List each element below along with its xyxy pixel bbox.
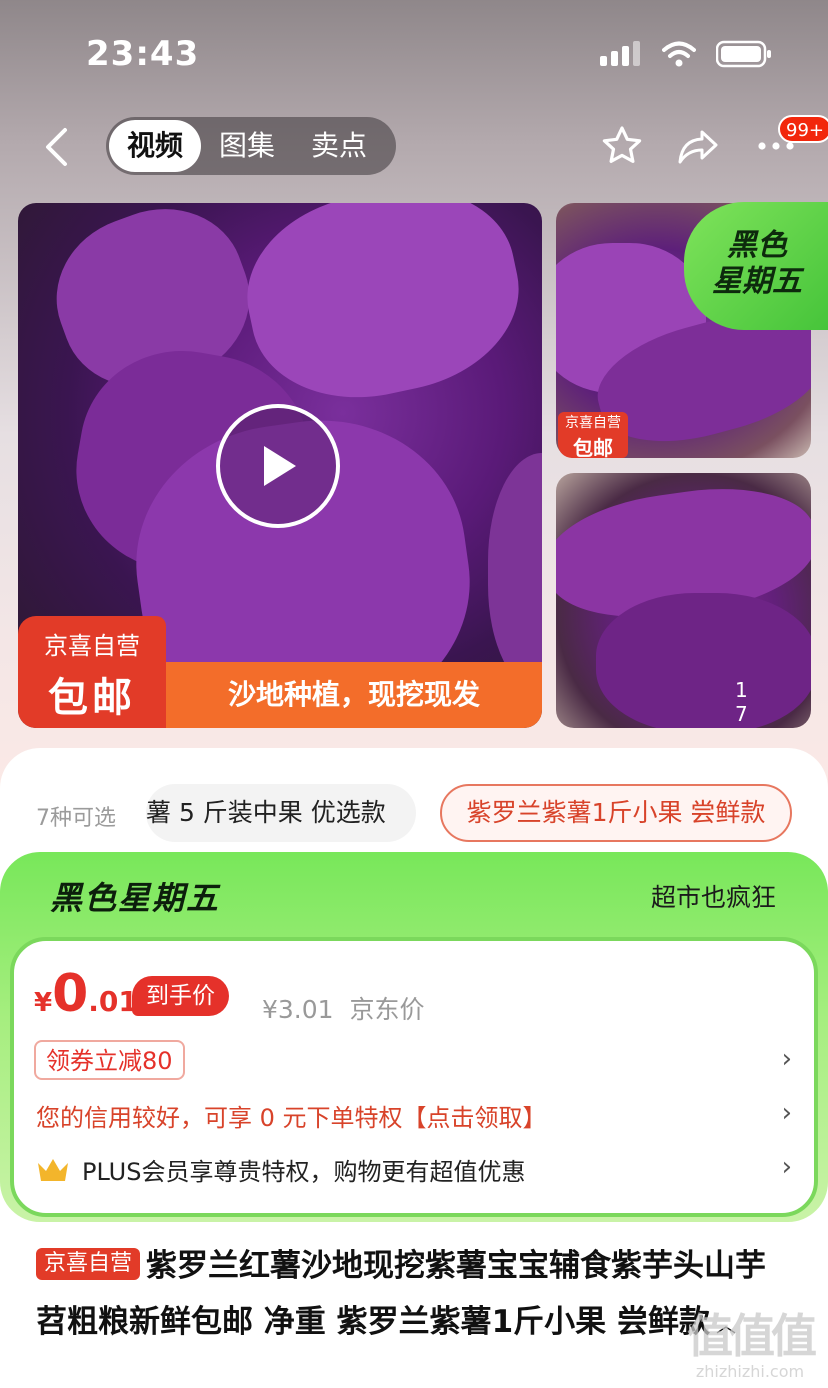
status-icons	[600, 40, 772, 68]
jd-price: ¥3.01 京东价	[262, 990, 425, 1026]
bf-tag-line1: 黑色	[727, 228, 787, 263]
battery-icon	[716, 40, 771, 68]
promo-badge-top: 京喜自营	[44, 632, 140, 660]
crown-icon	[38, 1158, 68, 1181]
status-time: 23:43	[86, 34, 200, 74]
gallery-counter: 1 7	[735, 678, 772, 726]
play-button[interactable]	[216, 404, 340, 528]
watermark: 值值值 zhizhizhi.com	[680, 1300, 820, 1381]
sweet-potato-piece	[488, 453, 542, 693]
favorite-button[interactable]	[598, 122, 646, 170]
option-chip-selected[interactable]: 紫罗兰紫薯1斤小果 尝鲜款	[440, 784, 792, 842]
price-integer: 0	[52, 964, 89, 1024]
self-operated-tag: 京喜自营	[36, 1248, 141, 1280]
wifi-icon	[662, 41, 696, 67]
share-arrow-icon	[678, 130, 718, 164]
free-shipping-badge: 京喜自营 包邮	[18, 616, 166, 728]
plus-member-text: PLUS会员享尊贵特权，购物更有超值优惠	[82, 1158, 526, 1186]
plus-member-row[interactable]: PLUS会员享尊贵特权，购物更有超值优惠	[36, 1152, 525, 1187]
signal-icon	[600, 41, 640, 66]
jd-price-label: 京东价	[349, 995, 425, 1024]
message-badge: 99+	[778, 115, 828, 143]
watermark-logo: 值值值	[687, 1309, 817, 1363]
chevron-left-icon	[46, 128, 67, 166]
black-friday-subtitle[interactable]: 超市也疯狂	[651, 878, 776, 914]
media-tabs: 视频 图集 卖点	[106, 117, 396, 175]
back-button[interactable]	[36, 122, 76, 172]
promo-strip: 沙地种植，现挖现发	[166, 662, 542, 728]
chevron-right-icon[interactable]: ›	[782, 1098, 792, 1128]
mini-promo-bottom: 包邮	[573, 436, 613, 460]
black-friday-title: 黑色星期五	[50, 879, 221, 917]
mini-free-shipping-badge: 京喜自营 包邮	[558, 412, 628, 460]
black-friday-tag: 黑色 星期五	[684, 202, 828, 330]
options-count: 7种可选	[36, 806, 116, 831]
credit-privilege-link[interactable]: 您的信用较好，可享 0 元下单特权【点击领取】	[36, 1098, 547, 1133]
tab-selling-points[interactable]: 卖点	[293, 120, 385, 172]
coupon-button[interactable]: 领券立减80	[34, 1040, 185, 1080]
final-price: ¥ 0 .01	[34, 964, 138, 1024]
tab-gallery[interactable]: 图集	[201, 120, 293, 172]
star-icon	[602, 126, 642, 163]
hand-price-badge: 到手价	[132, 976, 229, 1016]
promo-badge-bottom: 包邮	[48, 675, 136, 721]
jd-price-value: ¥3.01	[262, 995, 334, 1024]
option-chip-medium[interactable]: 薯 5 斤装中果 优选款	[146, 784, 416, 842]
price-decimal: .01	[88, 985, 138, 1018]
product-title-text: 紫罗兰红薯沙地现挖紫薯宝宝辅食紫芋头山芋苕粗粮新鲜包邮 净重 紫罗兰紫薯1斤小果…	[36, 1248, 767, 1340]
bf-tag-line2: 星期五	[712, 264, 802, 299]
play-icon	[264, 446, 296, 486]
chevron-right-icon[interactable]: ›	[782, 1152, 792, 1182]
chevron-right-icon[interactable]: ›	[782, 1044, 792, 1074]
mini-promo-top: 京喜自营	[565, 415, 621, 431]
tab-video[interactable]: 视频	[109, 120, 202, 172]
share-button[interactable]	[674, 122, 722, 170]
watermark-url: zhizhizhi.com	[695, 1362, 805, 1381]
currency-symbol: ¥	[34, 988, 53, 1018]
